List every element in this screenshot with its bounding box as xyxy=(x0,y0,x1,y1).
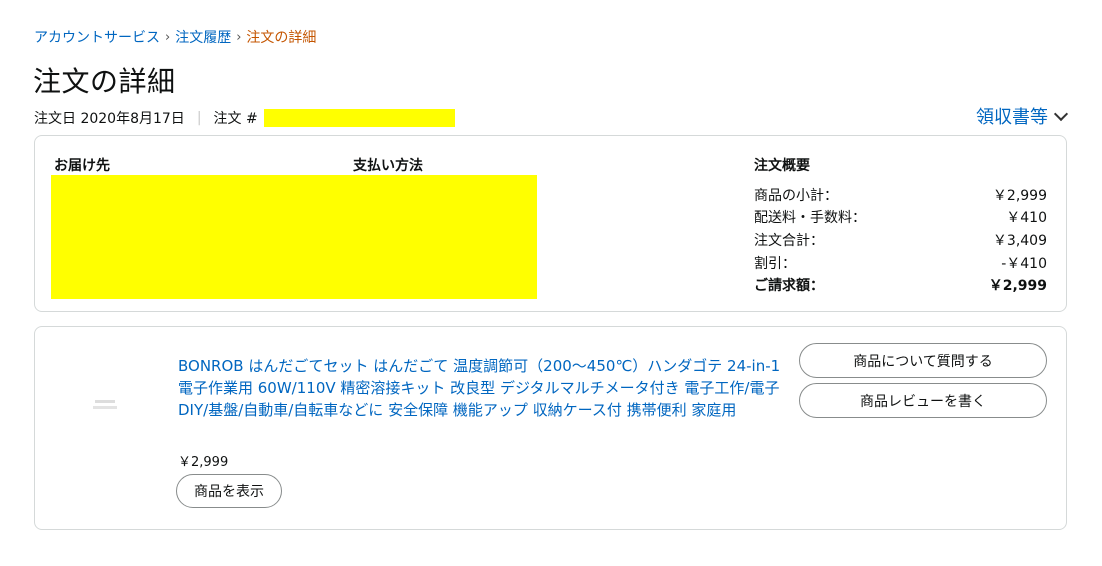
breadcrumb-current: 注文の詳細 xyxy=(246,30,317,46)
page-title: 注文の詳細 xyxy=(33,65,176,98)
chevron-down-icon xyxy=(1053,106,1069,121)
order-number-redaction xyxy=(263,109,455,127)
meta-divider: | xyxy=(196,110,202,126)
breadcrumb-order-history[interactable]: 注文履歴 xyxy=(175,27,231,47)
order-summary-heading: 注文概要 xyxy=(754,158,810,174)
summary-value: ￥2,999 xyxy=(988,278,1047,294)
summary-row-order-total: 注文合計： ￥3,409 xyxy=(754,230,1047,250)
summary-value: ￥410 xyxy=(1006,210,1047,226)
summary-label: ご請求額： xyxy=(754,278,824,294)
breadcrumb-separator: › xyxy=(165,29,171,45)
order-item-box: BONROB はんだごてセット はんだごて 温度調節可（200～450℃）ハンダ… xyxy=(34,326,1067,530)
summary-row-grand-total: ご請求額： ￥2,999 xyxy=(754,275,1047,295)
summary-label: 注文合計： xyxy=(754,233,824,249)
summary-row-shipping: 配送料・手数料： ￥410 xyxy=(754,207,1047,227)
summary-label: 商品の小計： xyxy=(754,188,838,204)
breadcrumb-account-services[interactable]: アカウントサービス xyxy=(34,27,160,47)
ask-question-button[interactable]: 商品について質問する xyxy=(799,343,1047,378)
product-thumbnail[interactable] xyxy=(92,398,118,418)
summary-label: 割引： xyxy=(754,256,796,272)
payment-method-heading: 支払い方法 xyxy=(353,158,423,174)
product-price: ￥2,999 xyxy=(178,455,229,470)
receipt-dropdown[interactable]: 領収書等 xyxy=(976,103,1069,129)
product-image-placeholder-icon xyxy=(93,400,117,409)
address-payment-redaction xyxy=(51,175,537,299)
breadcrumb: アカウントサービス › 注文履歴 › 注文の詳細 xyxy=(34,27,316,47)
receipt-label: 領収書等 xyxy=(976,107,1048,128)
product-title-link[interactable]: BONROB はんだごてセット はんだごて 温度調節可（200～450℃）ハンダ… xyxy=(178,355,783,421)
summary-row-discount: 割引： -￥410 xyxy=(754,253,1047,273)
summary-value: ￥3,409 xyxy=(992,233,1047,249)
write-review-button[interactable]: 商品レビューを書く xyxy=(799,383,1047,418)
shipping-address-heading: お届け先 xyxy=(54,158,110,174)
summary-label: 配送料・手数料： xyxy=(754,210,866,226)
summary-row-subtotal: 商品の小計： ￥2,999 xyxy=(754,185,1047,205)
order-number-label: 注文 # xyxy=(213,111,258,127)
order-summary-box: お届け先 支払い方法 注文概要 商品の小計： ￥2,999 配送料・手数料： ￥… xyxy=(34,135,1067,312)
order-meta: 注文日 2020年8月17日 | 注文 # xyxy=(34,108,455,128)
summary-value: ￥2,999 xyxy=(992,188,1047,204)
summary-value: -￥410 xyxy=(1001,256,1047,272)
order-date: 注文日 2020年8月17日 xyxy=(34,111,185,127)
view-product-button[interactable]: 商品を表示 xyxy=(176,474,282,508)
breadcrumb-separator: › xyxy=(236,29,242,45)
